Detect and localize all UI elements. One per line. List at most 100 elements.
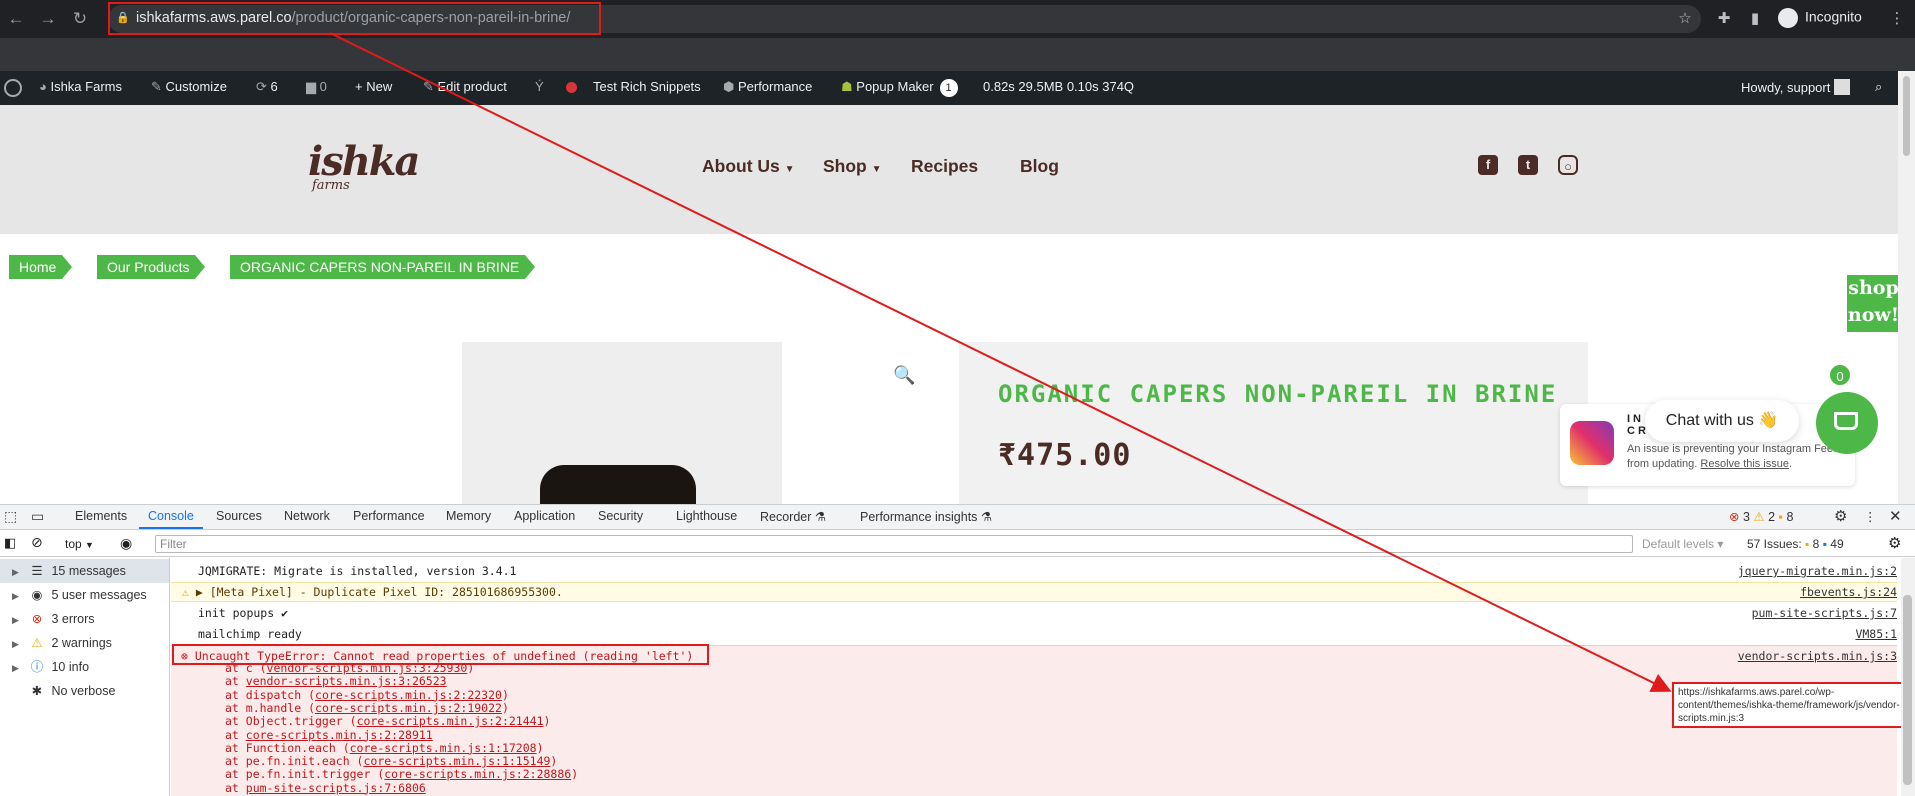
context-selector[interactable]: top ▼ <box>65 537 94 551</box>
inspect-element-icon[interactable]: ⬚ <box>4 508 17 525</box>
console-settings-icon[interactable]: ⚙ <box>1888 534 1901 552</box>
stack-frame: at Function.each (core-scripts.min.js:1:… <box>225 740 544 755</box>
wp-popup-maker-link[interactable]: ☗ Popup Maker 1 <box>841 79 958 97</box>
log-levels-label: Default levels <box>1642 537 1715 551</box>
clear-console-icon[interactable]: ⊘ <box>31 534 43 551</box>
message-source-link[interactable]: pum-site-scripts.js:7 <box>1752 606 1897 620</box>
warning-count: 2 <box>1768 510 1776 524</box>
stack-frame-link[interactable]: core-scripts.min.js:1:15149 <box>363 754 550 768</box>
tab-lighthouse[interactable]: Lighthouse <box>676 509 737 523</box>
extensions-icon[interactable]: ✚ <box>1713 8 1735 30</box>
message-source-link[interactable]: VM85:1 <box>1855 627 1897 641</box>
sidebar-item-errors[interactable]: ▶ ⊗ 3 errors <box>0 607 169 631</box>
wp-rich-snippets-link[interactable]: Test Rich Snippets <box>593 79 701 94</box>
wp-updates-link[interactable]: ⟳ 6 <box>256 79 278 95</box>
tab-elements[interactable]: Elements <box>75 509 127 523</box>
message-source-link[interactable]: fbevents.js:24 <box>1800 585 1897 599</box>
tab-network[interactable]: Network <box>284 509 330 523</box>
back-icon[interactable]: ← <box>5 8 27 30</box>
stack-frame-link[interactable]: core-scripts.min.js:2:19022 <box>315 701 502 715</box>
yoast-icon[interactable]: Ý <box>535 79 544 94</box>
devtools-menu-icon[interactable]: ⋮ <box>1864 509 1877 524</box>
menu-about-us[interactable]: About Us ▼ <box>702 156 795 177</box>
search-icon[interactable]: ⌕ <box>1875 79 1882 95</box>
tab-performance[interactable]: Performance <box>353 509 425 523</box>
twitter-icon[interactable]: t <box>1518 155 1538 175</box>
stack-frame-link[interactable]: core-scripts.min.js:2:22320 <box>315 688 502 702</box>
side-panel-icon[interactable]: ▮ <box>1744 8 1766 30</box>
sidebar-item-warnings[interactable]: ▶ ⚠ 2 warnings <box>0 631 169 655</box>
reload-icon[interactable]: ↻ <box>69 8 91 30</box>
instagram-notice-message: An issue is preventing your Instagram Fe… <box>1627 443 1845 470</box>
sidebar-item-user-messages[interactable]: ▶ ◉ 5 user messages <box>0 583 169 607</box>
menu-blog[interactable]: Blog <box>1020 156 1059 177</box>
facebook-icon[interactable]: f <box>1478 155 1498 175</box>
stack-frame: at pe.fn.init.each (core-scripts.min.js:… <box>225 754 558 769</box>
instagram-icon[interactable]: ○ <box>1558 155 1578 175</box>
incognito-badge[interactable]: Incognito <box>1778 8 1862 28</box>
device-toolbar-icon[interactable]: ▭ <box>31 508 44 525</box>
zoom-icon[interactable]: 🔍 <box>893 365 915 386</box>
sidebar-label: 5 user messages <box>51 588 147 602</box>
error-count-badge[interactable]: ⊗ 3 ⚠ 2 ▪ 8 <box>1729 509 1793 524</box>
wp-customize-link[interactable]: ✎ Customize <box>151 79 227 95</box>
wordpress-icon[interactable] <box>4 79 22 100</box>
stack-frame-link[interactable]: core-scripts.min.js:2:28886 <box>384 767 571 781</box>
stack-frame-link[interactable]: core-scripts.min.js:2:21441 <box>357 714 544 728</box>
breadcrumb-our-products[interactable]: Our Products <box>97 255 207 279</box>
log-levels-dropdown[interactable]: Default levels ▾ <box>1642 537 1723 551</box>
resolve-issue-link[interactable]: Resolve this issue <box>1700 458 1789 470</box>
pencil-icon: ✎ <box>423 79 438 94</box>
tab-console[interactable]: Console <box>148 509 194 523</box>
message-source-link[interactable]: jquery-migrate.min.js:2 <box>1738 564 1897 578</box>
shop-now-button[interactable]: shop now! <box>1847 275 1900 332</box>
tab-application[interactable]: Application <box>514 509 575 523</box>
console-scrollbar-thumb[interactable] <box>1903 595 1912 785</box>
cart-icon <box>1834 412 1858 430</box>
sidebar-toggle-icon[interactable]: ◧ <box>4 535 16 551</box>
menu-kebab-icon[interactable]: ⋮ <box>1886 8 1908 30</box>
wp-performance-link[interactable]: ⬢ Performance <box>723 79 812 95</box>
list-icon: ☰ <box>31 564 43 578</box>
settings-gear-icon[interactable]: ⚙ <box>1834 507 1847 525</box>
menu-recipes[interactable]: Recipes <box>911 156 978 177</box>
message-text[interactable]: ▶ [Meta Pixel] - Duplicate Pixel ID: 285… <box>196 585 563 599</box>
tab-security[interactable]: Security <box>598 509 643 523</box>
bookmark-star-icon[interactable]: ☆ <box>1674 8 1696 30</box>
site-logo[interactable]: ishka farms <box>308 126 420 202</box>
chat-with-us-bubble[interactable]: Chat with us 👋 <box>1645 400 1799 442</box>
error-source-link[interactable]: vendor-scripts.min.js:3 <box>1738 649 1897 663</box>
console-filter-input[interactable]: Filter <box>155 535 1633 553</box>
wp-new-link[interactable]: + New <box>355 79 392 94</box>
stack-frame-link[interactable]: core-scripts.min.js:2:28911 <box>246 728 433 742</box>
tab-recorder[interactable]: Recorder ⚗ <box>760 509 826 524</box>
stack-frame: at pum-site-scripts.js:7:6806 <box>225 780 426 795</box>
menu-shop[interactable]: Shop ▼ <box>823 156 882 177</box>
sidebar-item-info[interactable]: ▶ ⓘ 10 info <box>0 655 169 679</box>
close-devtools-icon[interactable]: ✕ <box>1889 507 1902 525</box>
tab-sources[interactable]: Sources <box>216 509 262 523</box>
comment-icon: ▆ <box>306 79 320 94</box>
forward-icon[interactable]: → <box>37 8 59 30</box>
tab-memory[interactable]: Memory <box>446 509 491 523</box>
wp-howdy-link[interactable]: Howdy, support <box>1741 79 1850 95</box>
stack-frame-link[interactable]: pum-site-scripts.js:7:6806 <box>246 781 426 795</box>
error-icon: ⊗ <box>1729 510 1740 524</box>
issues-counter[interactable]: 57 Issues: ▪ 8 ▪ 49 <box>1747 537 1844 551</box>
cart-button[interactable] <box>1816 392 1878 454</box>
breadcrumb-home[interactable]: Home <box>9 255 73 279</box>
logo-subtext: farms <box>312 178 350 193</box>
live-expression-eye-icon[interactable]: ◉ <box>120 535 132 552</box>
wp-query-monitor-stats[interactable]: 0.82s 29.5MB 0.10s 374Q <box>983 79 1134 94</box>
page-scrollbar-thumb[interactable] <box>1903 76 1910 156</box>
tab-performance-insights[interactable]: Performance insights ⚗ <box>860 509 992 524</box>
wp-comments-link[interactable]: ▆ 0 <box>306 79 327 95</box>
wp-edit-product-link[interactable]: ✎ Edit product <box>423 79 507 95</box>
wp-site-link[interactable]: ◕ Ishka Farms <box>39 79 122 94</box>
sidebar-item-messages[interactable]: ▶ ☰ 15 messages <box>0 559 169 583</box>
sidebar-item-verbose[interactable]: ✱ No verbose <box>0 679 169 703</box>
stack-frame-link[interactable]: core-scripts.min.js:1:17208 <box>350 741 537 755</box>
stack-frame: at c (vendor-scripts.min.js:3:25930) <box>225 661 475 675</box>
stack-frame-link[interactable]: vendor-scripts.min.js:3:26523 <box>246 674 447 688</box>
stack-frame-link[interactable]: vendor-scripts.min.js:3:25930 <box>267 661 468 675</box>
